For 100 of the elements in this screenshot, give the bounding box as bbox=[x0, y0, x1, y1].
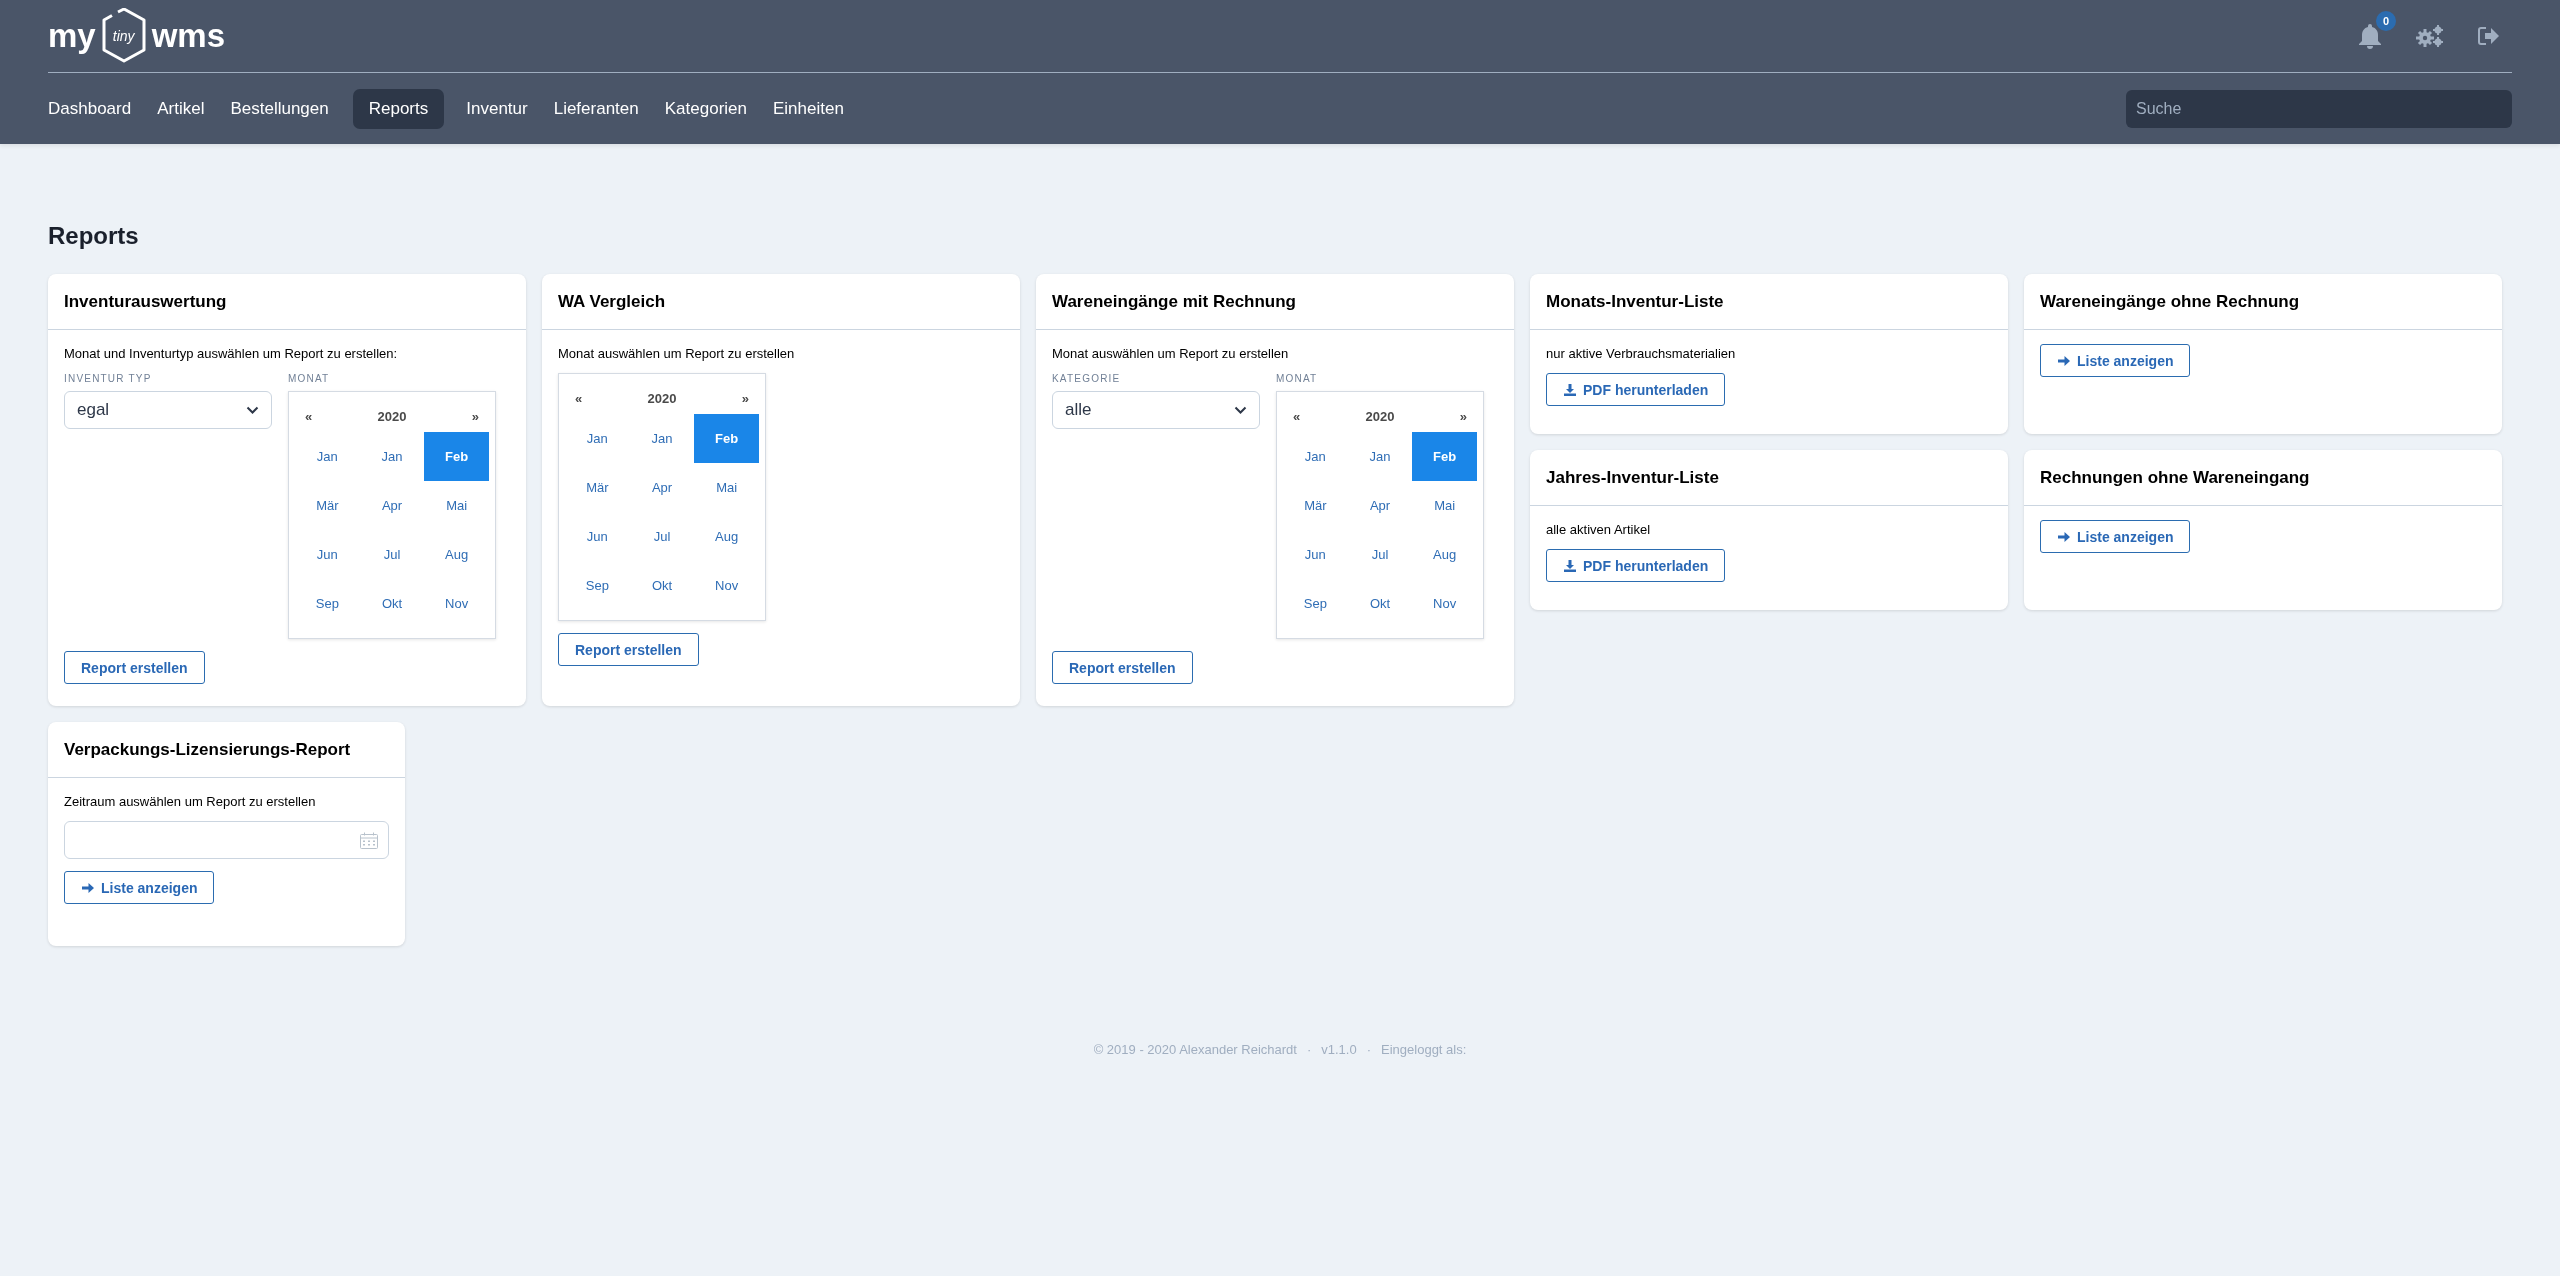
previous-year-button[interactable]: « bbox=[575, 390, 583, 406]
settings-icon[interactable] bbox=[2416, 24, 2444, 48]
month-cell[interactable]: Jan bbox=[629, 414, 695, 463]
previous-year-button[interactable]: « bbox=[1293, 408, 1301, 424]
month-cell[interactable]: Okt bbox=[1347, 579, 1413, 628]
field-label: INVENTUR TYP bbox=[64, 373, 153, 384]
footer-text: Eingeloggt als: bbox=[1381, 1042, 1467, 1057]
previous-year-button[interactable]: « bbox=[305, 408, 313, 424]
month-cell[interactable]: Mär bbox=[295, 481, 360, 530]
month-cell[interactable]: Jan bbox=[1283, 432, 1348, 481]
nav-link[interactable]: Artikel bbox=[145, 90, 217, 128]
month-cell[interactable]: Jun bbox=[565, 512, 630, 561]
month-cell[interactable]: Nov bbox=[694, 561, 759, 610]
action-button[interactable]: PDF herunterladen bbox=[1546, 549, 1726, 582]
chevron-down-icon bbox=[246, 406, 259, 414]
logo-text: wms bbox=[151, 17, 226, 55]
action-button[interactable]: Liste anzeigen bbox=[2040, 344, 2191, 377]
footer-text: v1.1.0 bbox=[1321, 1042, 1357, 1057]
nav-link[interactable]: Inventur bbox=[454, 90, 540, 128]
month-cell[interactable]: Mai bbox=[1412, 481, 1477, 530]
nav-link[interactable]: Kategorien bbox=[652, 90, 759, 128]
month-cell[interactable]: Jul bbox=[1347, 530, 1413, 579]
card-description: alle aktiven Artikel bbox=[1546, 522, 1651, 537]
month-cell[interactable]: Jan bbox=[295, 432, 360, 481]
bell-icon[interactable] bbox=[2358, 23, 2382, 49]
month-cell[interactable]: Feb bbox=[424, 432, 489, 481]
month-cell[interactable]: Nov bbox=[1412, 579, 1477, 628]
month-cell[interactable]: Nov bbox=[424, 579, 489, 628]
select-value: egal bbox=[77, 400, 110, 420]
card-description: Monat auswählen um Report zu erstellen bbox=[558, 346, 795, 361]
month-cell[interactable]: Aug bbox=[424, 530, 489, 579]
month-cell[interactable]: Jul bbox=[359, 530, 425, 579]
card-title: Rechnungen ohne Wareneingang bbox=[2024, 450, 2502, 506]
select-value: alle bbox=[1065, 400, 1092, 420]
year-label: 2020 bbox=[647, 390, 677, 406]
card-title: Verpackungs-Lizensierungs-Report bbox=[48, 722, 405, 778]
year-label: 2020 bbox=[377, 408, 407, 424]
month-cell[interactable]: Mai bbox=[424, 481, 489, 530]
date-range-field[interactable] bbox=[64, 821, 389, 859]
next-year-button[interactable]: » bbox=[741, 390, 749, 406]
action-button[interactable]: PDF herunterladen bbox=[1546, 373, 1726, 406]
nav-link[interactable]: Reports bbox=[352, 89, 445, 129]
action-button[interactable]: Report erstellen bbox=[64, 651, 205, 684]
year-label: 2020 bbox=[1365, 408, 1395, 424]
nav-link[interactable]: Lieferanten bbox=[541, 90, 651, 128]
card-title: Wareneingänge mit Rechnung bbox=[1036, 274, 1514, 330]
card-title: Monats-Inventur-Liste bbox=[1530, 274, 2008, 330]
notification-badge: 0 bbox=[2376, 11, 2396, 31]
month-cell[interactable]: Jan bbox=[565, 414, 630, 463]
card-description: Zeitraum auswählen um Report zu erstellen bbox=[64, 794, 316, 809]
month-cell[interactable]: Jan bbox=[359, 432, 425, 481]
nav-link[interactable]: Bestellungen bbox=[218, 90, 341, 128]
action-button[interactable]: Report erstellen bbox=[558, 633, 699, 666]
month-cell[interactable]: Jun bbox=[295, 530, 360, 579]
month-cell[interactable]: Sep bbox=[565, 561, 630, 610]
nav-link[interactable]: Einheiten bbox=[761, 90, 856, 128]
month-cell[interactable]: Sep bbox=[295, 579, 360, 628]
nav-link[interactable]: Dashboard bbox=[48, 90, 144, 128]
month-cell[interactable]: Jun bbox=[1283, 530, 1348, 579]
month-cell[interactable]: Feb bbox=[694, 414, 759, 463]
next-year-button[interactable]: » bbox=[1459, 408, 1467, 424]
logo-text: my bbox=[48, 17, 96, 55]
month-cell[interactable]: Feb bbox=[1412, 432, 1477, 481]
calendar-icon bbox=[360, 831, 378, 849]
select-field[interactable]: alle bbox=[1052, 391, 1260, 429]
download-icon bbox=[1563, 382, 1577, 397]
logout-icon[interactable] bbox=[2478, 26, 2500, 46]
month-cell[interactable]: Jan bbox=[1347, 432, 1413, 481]
footer-text: · bbox=[1306, 1042, 1312, 1057]
card-title: Wareneingänge ohne Rechnung bbox=[2024, 274, 2502, 330]
month-cell[interactable]: Mär bbox=[1283, 481, 1348, 530]
month-cell[interactable]: Mär bbox=[565, 463, 630, 512]
action-button[interactable]: Liste anzeigen bbox=[2040, 520, 2191, 553]
card-title: Inventurauswertung bbox=[48, 274, 526, 330]
logo-text: tiny bbox=[112, 28, 135, 44]
month-cell[interactable]: Jul bbox=[629, 512, 695, 561]
month-cell[interactable]: Aug bbox=[694, 512, 759, 561]
footer-text: · bbox=[1366, 1042, 1372, 1057]
card-description: Monat auswählen um Report zu erstellen bbox=[1052, 346, 1289, 361]
month-cell[interactable]: Okt bbox=[359, 579, 425, 628]
month-cell[interactable]: Aug bbox=[1412, 530, 1477, 579]
download-icon bbox=[1563, 558, 1577, 573]
field-label: MONAT bbox=[1276, 373, 1319, 384]
field-label: KATEGORIE bbox=[1052, 373, 1122, 384]
chevron-down-icon bbox=[1234, 406, 1247, 414]
action-button[interactable]: Report erstellen bbox=[1052, 651, 1193, 684]
card-title: Jahres-Inventur-Liste bbox=[1530, 450, 2008, 506]
month-cell[interactable]: Apr bbox=[359, 481, 425, 530]
field-label: MONAT bbox=[288, 373, 331, 384]
month-cell[interactable]: Okt bbox=[629, 561, 695, 610]
search-field[interactable]: Suche bbox=[2126, 90, 2512, 128]
month-cell[interactable]: Apr bbox=[1347, 481, 1413, 530]
action-button[interactable]: Liste anzeigen bbox=[64, 871, 215, 904]
page-title: Reports bbox=[48, 222, 140, 250]
month-cell[interactable]: Apr bbox=[629, 463, 695, 512]
card-description: nur aktive Verbrauchsmaterialien bbox=[1546, 346, 1736, 361]
month-cell[interactable]: Sep bbox=[1283, 579, 1348, 628]
select-field[interactable]: egal bbox=[64, 391, 272, 429]
month-cell[interactable]: Mai bbox=[694, 463, 759, 512]
next-year-button[interactable]: » bbox=[471, 408, 479, 424]
